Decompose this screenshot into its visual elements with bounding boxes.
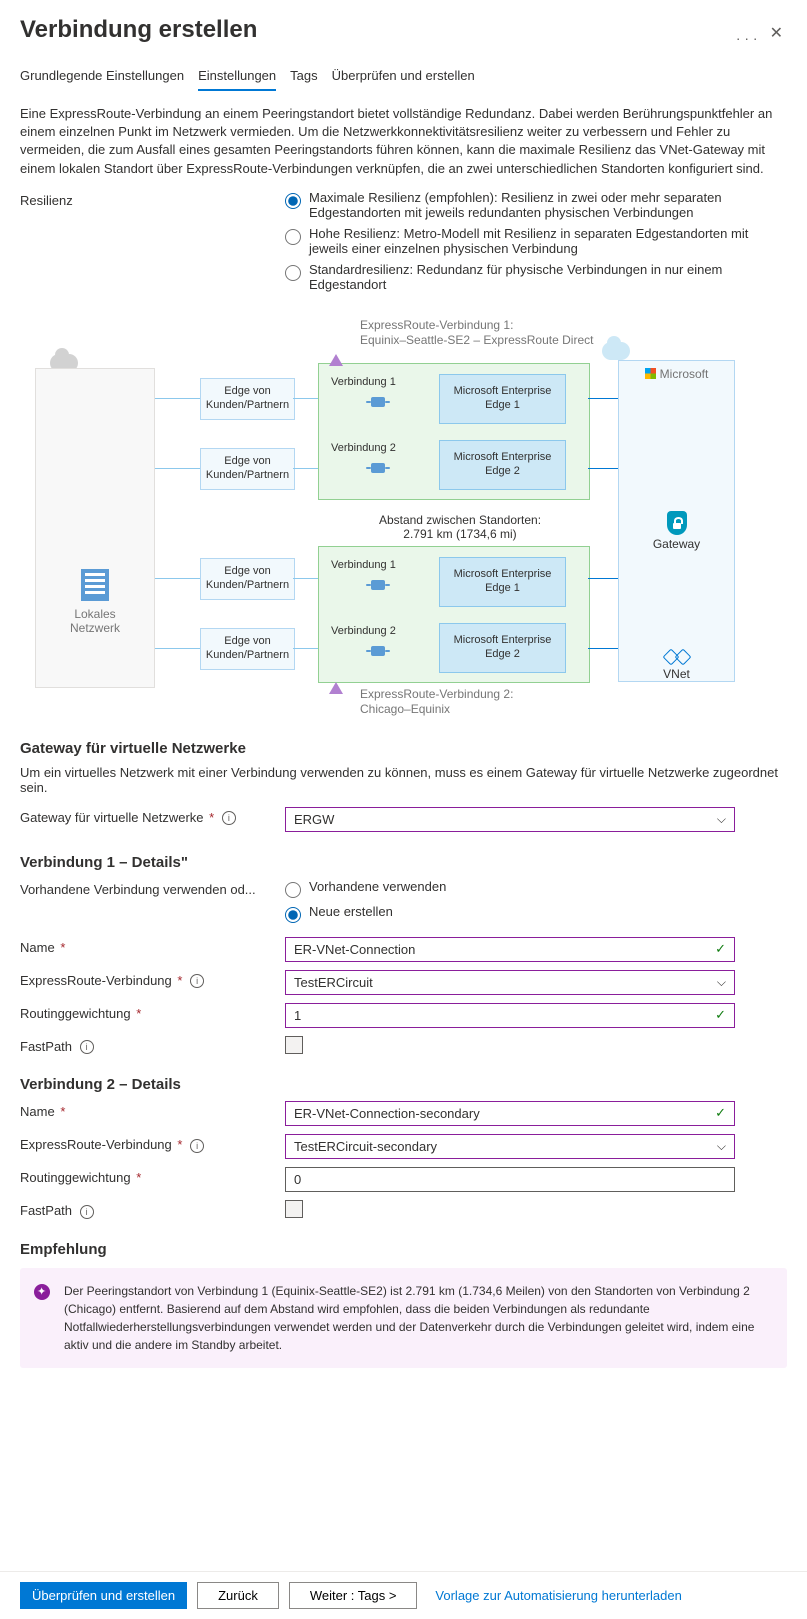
close-icon[interactable]: ✕ bbox=[766, 23, 787, 53]
download-template-link[interactable]: Vorlage zur Automatisierung herunterlade… bbox=[435, 1588, 681, 1603]
info-icon[interactable]: i bbox=[80, 1205, 94, 1219]
info-icon[interactable]: i bbox=[190, 974, 204, 988]
sparkle-icon bbox=[34, 1284, 50, 1300]
review-create-button[interactable]: Überprüfen und erstellen bbox=[20, 1582, 187, 1609]
check-icon: ✓ bbox=[715, 1105, 726, 1121]
diagram-caption-bottom: ExpressRoute-Verbindung 2: Chicago–Equin… bbox=[360, 687, 513, 718]
tab-settings[interactable]: Einstellungen bbox=[198, 62, 276, 91]
conn2-heading: Verbindung 2 – Details bbox=[20, 1076, 787, 1093]
cloud-icon bbox=[602, 342, 630, 360]
msee-2-1: Microsoft Enterprise Edge 1 bbox=[439, 557, 566, 607]
conn1-fastpath-checkbox[interactable] bbox=[285, 1036, 303, 1054]
resiliency-option-high[interactable]: Hohe Resilienz: Metro-Modell mit Resilie… bbox=[285, 226, 787, 256]
info-icon[interactable]: i bbox=[80, 1040, 94, 1054]
resiliency-option-standard[interactable]: Standardresilienz: Redundanz für physisc… bbox=[285, 262, 787, 292]
diagram-caption-top: ExpressRoute-Verbindung 1: Equinix–Seatt… bbox=[360, 318, 593, 349]
recommendation-box: Der Peeringstandort von Verbindung 1 (Eq… bbox=[20, 1268, 787, 1368]
check-icon: ✓ bbox=[715, 1007, 726, 1023]
info-icon[interactable]: i bbox=[190, 1139, 204, 1153]
gateway-desc: Um ein virtuelles Netzwerk mit einer Ver… bbox=[20, 765, 787, 795]
gateway-icon: Gateway bbox=[619, 511, 734, 551]
er-circuit-2: Verbindung 1 Microsoft Enterprise Edge 1… bbox=[318, 546, 590, 683]
edge-box-4: Edge von Kunden/Partnern bbox=[200, 628, 295, 670]
vnet-icon: VNet bbox=[619, 651, 734, 681]
local-network-box: Lokales Netzwerk bbox=[35, 368, 155, 688]
microsoft-box: Microsoft Gateway VNet bbox=[618, 360, 735, 682]
resiliency-option-max[interactable]: Maximale Resilienz (empfohlen): Resilien… bbox=[285, 190, 787, 220]
conn1-heading: Verbindung 1 – Details" bbox=[20, 854, 787, 871]
er-circuit-1: Verbindung 1 Microsoft Enterprise Edge 1… bbox=[318, 363, 590, 500]
msee-1-2: Microsoft Enterprise Edge 2 bbox=[439, 440, 566, 490]
more-icon[interactable]: · · · bbox=[728, 30, 766, 46]
chevron-down-icon: ⌵ bbox=[717, 812, 726, 827]
page-title: Verbindung erstellen bbox=[20, 16, 728, 44]
topology-diagram: ExpressRoute-Verbindung 1: Equinix–Seatt… bbox=[20, 318, 740, 718]
resiliency-label: Resilienz bbox=[20, 190, 285, 208]
port-icon bbox=[371, 463, 385, 473]
conn2-name-input[interactable]: ER-VNet-Connection-secondary✓ bbox=[285, 1101, 735, 1126]
edge-box-2: Edge von Kunden/Partnern bbox=[200, 448, 295, 490]
conn1-weight-input[interactable]: 1✓ bbox=[285, 1003, 735, 1028]
conn2-circuit-select[interactable]: TestERCircuit-secondary⌵ bbox=[285, 1134, 735, 1159]
building-icon bbox=[81, 569, 109, 601]
gateway-heading: Gateway für virtuelle Netzwerke bbox=[20, 740, 787, 757]
check-icon: ✓ bbox=[715, 941, 726, 957]
conn1-create-new[interactable]: Neue erstellen bbox=[285, 904, 787, 923]
edge-box-1: Edge von Kunden/Partnern bbox=[200, 378, 295, 420]
recommendation-heading: Empfehlung bbox=[20, 1241, 787, 1258]
tab-tags[interactable]: Tags bbox=[290, 62, 317, 91]
conn2-weight-input[interactable]: 0 bbox=[285, 1167, 735, 1192]
distance-label: Abstand zwischen Standorten: 2.791 km (1… bbox=[340, 513, 580, 541]
port-icon bbox=[371, 646, 385, 656]
triangle-icon bbox=[329, 354, 343, 366]
conn2-fastpath-checkbox[interactable] bbox=[285, 1200, 303, 1218]
triangle-icon bbox=[329, 682, 343, 694]
conn1-name-input[interactable]: ER-VNet-Connection✓ bbox=[285, 937, 735, 962]
chevron-down-icon: ⌵ bbox=[717, 975, 726, 990]
chevron-down-icon: ⌵ bbox=[717, 1139, 726, 1154]
msee-1-1: Microsoft Enterprise Edge 1 bbox=[439, 374, 566, 424]
intro-text: Eine ExpressRoute-Verbindung an einem Pe… bbox=[20, 105, 787, 178]
back-button[interactable]: Zurück bbox=[197, 1582, 279, 1609]
tab-review[interactable]: Überprüfen und erstellen bbox=[332, 62, 475, 91]
conn1-circuit-select[interactable]: TestERCircuit⌵ bbox=[285, 970, 735, 995]
port-icon bbox=[371, 580, 385, 590]
msee-2-2: Microsoft Enterprise Edge 2 bbox=[439, 623, 566, 673]
port-icon bbox=[371, 397, 385, 407]
edge-box-3: Edge von Kunden/Partnern bbox=[200, 558, 295, 600]
tab-basics[interactable]: Grundlegende Einstellungen bbox=[20, 62, 184, 91]
vnet-gateway-select[interactable]: ERGW⌵ bbox=[285, 807, 735, 832]
conn1-use-existing[interactable]: Vorhandene verwenden bbox=[285, 879, 787, 898]
microsoft-logo: Microsoft bbox=[619, 367, 734, 381]
next-button[interactable]: Weiter : Tags > bbox=[289, 1582, 418, 1609]
info-icon[interactable]: i bbox=[222, 811, 236, 825]
